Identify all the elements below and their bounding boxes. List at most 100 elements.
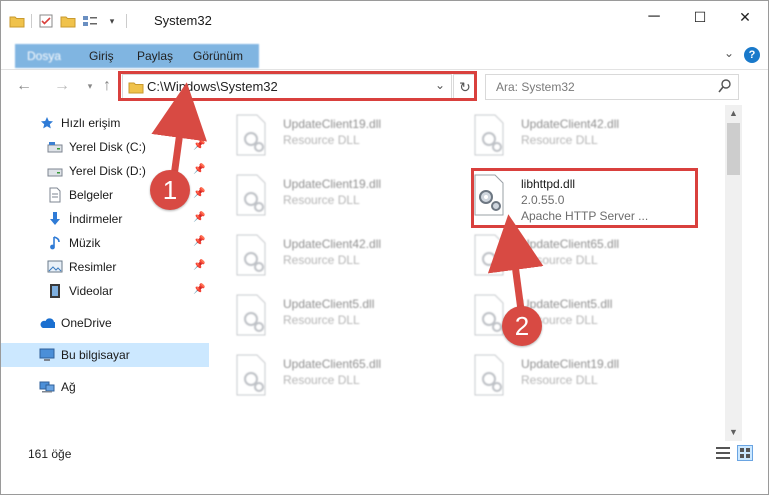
nav-label: Resimler [69, 260, 117, 274]
file-description: Resource DLL [283, 253, 360, 267]
pin-icon: 📌 [193, 260, 206, 271]
file-description: Resource DLL [521, 373, 598, 387]
help-icon[interactable]: ? [744, 47, 760, 63]
nav-item-network[interactable]: Ağ [1, 375, 209, 399]
search-placeholder: Ara: System32 [496, 80, 575, 94]
search-icon [718, 79, 731, 93]
nav-label: Belgeler [69, 188, 114, 202]
ribbon-tabs: Dosya Giriş Paylaş Görünüm ⌄ ? [1, 41, 768, 70]
nav-label: OneDrive [61, 316, 112, 330]
search-input[interactable]: Ara: System32 [485, 74, 739, 100]
file-item[interactable]: UpdateClient19.dll Resource DLL [221, 169, 441, 225]
file-item[interactable]: UpdateClient65.dll Resource DLL [459, 229, 679, 285]
view-options-icon[interactable] [82, 13, 98, 29]
nav-item-onedrive[interactable]: OneDrive [1, 311, 209, 335]
dll-file-icon [236, 114, 266, 156]
nav-quick-access[interactable]: Hızlı erişim [1, 111, 209, 135]
file-name: UpdateClient42.dll [521, 117, 620, 131]
dll-file-icon [236, 354, 266, 396]
videos-icon [47, 283, 63, 299]
file-description: Resource DLL [283, 133, 360, 147]
tab-share[interactable]: Paylaş [127, 45, 183, 67]
nav-label: Yerel Disk (D:) [69, 164, 146, 178]
file-name: UpdateClient19.dll [283, 177, 382, 191]
cloud-icon [39, 315, 55, 331]
pin-icon: 📌 [193, 188, 206, 199]
file-list: UpdateClient19.dll Resource DLL UpdateCl… [221, 105, 723, 435]
new-folder-icon[interactable] [60, 13, 76, 29]
nav-item-music[interactable]: Müzik 📌 [1, 231, 209, 255]
nav-item-drive-c[interactable]: Yerel Disk (C:) 📌 [1, 135, 209, 159]
vertical-scrollbar[interactable]: ▲ ▼ [725, 105, 742, 441]
file-item[interactable]: UpdateClient42.dll Resource DLL [221, 229, 441, 285]
dll-file-icon [236, 234, 266, 276]
file-description: Resource DLL [521, 253, 598, 267]
file-name: UpdateClient42.dll [283, 237, 382, 251]
dll-file-icon [474, 354, 504, 396]
back-arrow-icon[interactable]: ← [15, 76, 33, 96]
dll-file-icon [236, 174, 266, 216]
forward-arrow-icon[interactable]: → [53, 76, 71, 96]
tab-home[interactable]: Giriş [79, 45, 124, 67]
nav-label: Bu bilgisayar [61, 348, 130, 362]
pin-icon: 📌 [193, 140, 206, 151]
network-icon [39, 379, 55, 395]
file-name: UpdateClient5.dll [521, 297, 613, 311]
divider [126, 14, 127, 28]
star-icon [39, 115, 55, 131]
close-button[interactable]: ✕ [722, 1, 768, 33]
file-description: Resource DLL [283, 193, 360, 207]
quick-access-toolbar: ▾ [9, 11, 127, 31]
file-description: Resource DLL [283, 313, 360, 327]
nav-label: Hızlı erişim [61, 116, 121, 130]
file-description: Resource DLL [283, 373, 360, 387]
nav-item-this-pc[interactable]: Bu bilgisayar [1, 343, 209, 367]
maximize-button[interactable]: ☐ [677, 1, 723, 33]
folder-icon [9, 13, 25, 29]
file-item[interactable]: UpdateClient19.dll Resource DLL [221, 109, 441, 165]
title-bar: ▾ System32 ─ ☐ ✕ [1, 1, 768, 41]
step-badge-1: 1 [150, 170, 190, 210]
drive-icon [47, 139, 63, 155]
nav-item-pictures[interactable]: Resimler 📌 [1, 255, 209, 279]
pin-icon: 📌 [193, 284, 206, 295]
chevron-down-icon[interactable]: ⌄ [724, 46, 734, 60]
tab-view[interactable]: Görünüm [183, 45, 253, 67]
file-item[interactable]: UpdateClient42.dll Resource DLL [459, 109, 679, 165]
scroll-down-icon[interactable]: ▼ [725, 424, 742, 441]
up-arrow-icon[interactable]: ↑ [98, 76, 116, 96]
file-item[interactable]: UpdateClient5.dll Resource DLL [459, 289, 679, 345]
dll-file-icon [474, 114, 504, 156]
file-highlight-box [471, 168, 698, 228]
status-bar: 161 öğe [1, 441, 768, 465]
window-title: System32 [154, 13, 212, 28]
customize-qat-dropdown-icon[interactable]: ▾ [104, 13, 120, 29]
navigation-pane: Hızlı erişim Yerel Disk (C:) 📌 Yerel Dis… [1, 105, 209, 435]
nav-item-videos[interactable]: Videolar 📌 [1, 279, 209, 303]
item-count: 161 öğe [28, 447, 72, 461]
file-item[interactable]: UpdateClient5.dll Resource DLL [221, 289, 441, 345]
file-name: UpdateClient65.dll [283, 357, 382, 371]
large-icons-view-icon[interactable] [737, 445, 753, 461]
dll-file-icon [236, 294, 266, 336]
recent-locations-dropdown-icon[interactable]: ▾ [81, 76, 99, 96]
computer-icon [39, 347, 55, 363]
downloads-icon [47, 211, 63, 227]
scroll-thumb[interactable] [727, 123, 740, 175]
file-item[interactable]: UpdateClient65.dll Resource DLL [221, 349, 441, 405]
details-view-icon[interactable] [715, 445, 731, 461]
minimize-button[interactable]: ─ [631, 1, 677, 33]
properties-icon[interactable] [38, 13, 54, 29]
drive-icon [47, 163, 63, 179]
nav-item-downloads[interactable]: İndirmeler 📌 [1, 207, 209, 231]
divider [31, 14, 32, 28]
file-description: Resource DLL [521, 133, 598, 147]
file-name: UpdateClient19.dll [521, 357, 620, 371]
nav-label: Ağ [61, 380, 76, 394]
dll-file-icon [474, 234, 504, 276]
file-name: UpdateClient5.dll [283, 297, 375, 311]
file-item[interactable]: UpdateClient19.dll Resource DLL [459, 349, 679, 405]
music-icon [47, 235, 63, 251]
nav-label: Videolar [69, 284, 113, 298]
scroll-up-icon[interactable]: ▲ [725, 105, 742, 122]
